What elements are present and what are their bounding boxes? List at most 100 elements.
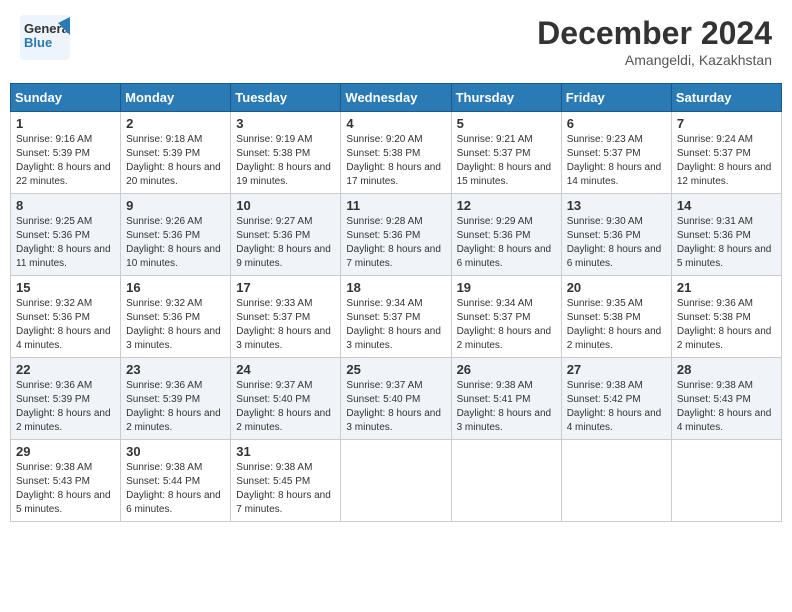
- logo: General Blue: [20, 15, 70, 60]
- day-info: Sunrise: 9:34 AM Sunset: 5:37 PM Dayligh…: [346, 297, 445, 353]
- day-number: 10: [236, 198, 335, 213]
- day-info: Sunrise: 9:32 AM Sunset: 5:36 PM Dayligh…: [126, 297, 225, 353]
- calendar-cell: 7 Sunrise: 9:24 AM Sunset: 5:37 PM Dayli…: [671, 112, 781, 194]
- day-info: Sunrise: 9:27 AM Sunset: 5:36 PM Dayligh…: [236, 215, 335, 271]
- day-number: 24: [236, 362, 335, 377]
- title-block: December 2024 Amangeldi, Kazakhstan: [537, 15, 772, 68]
- weekday-header: Saturday: [671, 84, 781, 112]
- day-number: 21: [677, 280, 776, 295]
- day-number: 25: [346, 362, 445, 377]
- day-info: Sunrise: 9:38 AM Sunset: 5:41 PM Dayligh…: [457, 379, 556, 435]
- calendar-cell: 29 Sunrise: 9:38 AM Sunset: 5:43 PM Dayl…: [11, 440, 121, 522]
- day-info: Sunrise: 9:38 AM Sunset: 5:43 PM Dayligh…: [677, 379, 776, 435]
- day-info: Sunrise: 9:20 AM Sunset: 5:38 PM Dayligh…: [346, 133, 445, 189]
- day-info: Sunrise: 9:38 AM Sunset: 5:43 PM Dayligh…: [16, 461, 115, 517]
- calendar-cell: 13 Sunrise: 9:30 AM Sunset: 5:36 PM Dayl…: [561, 194, 671, 276]
- day-info: Sunrise: 9:29 AM Sunset: 5:36 PM Dayligh…: [457, 215, 556, 271]
- calendar-cell: 11 Sunrise: 9:28 AM Sunset: 5:36 PM Dayl…: [341, 194, 451, 276]
- day-number: 30: [126, 444, 225, 459]
- day-number: 17: [236, 280, 335, 295]
- svg-text:Blue: Blue: [24, 35, 52, 50]
- weekday-header: Thursday: [451, 84, 561, 112]
- calendar-cell: 27 Sunrise: 9:38 AM Sunset: 5:42 PM Dayl…: [561, 358, 671, 440]
- day-number: 7: [677, 116, 776, 131]
- calendar-cell: 22 Sunrise: 9:36 AM Sunset: 5:39 PM Dayl…: [11, 358, 121, 440]
- weekday-header: Tuesday: [231, 84, 341, 112]
- day-number: 16: [126, 280, 225, 295]
- day-info: Sunrise: 9:36 AM Sunset: 5:39 PM Dayligh…: [126, 379, 225, 435]
- calendar-cell: 15 Sunrise: 9:32 AM Sunset: 5:36 PM Dayl…: [11, 276, 121, 358]
- calendar-cell: 9 Sunrise: 9:26 AM Sunset: 5:36 PM Dayli…: [121, 194, 231, 276]
- calendar-cell: 24 Sunrise: 9:37 AM Sunset: 5:40 PM Dayl…: [231, 358, 341, 440]
- calendar-cell: [341, 440, 451, 522]
- calendar-cell: 26 Sunrise: 9:38 AM Sunset: 5:41 PM Dayl…: [451, 358, 561, 440]
- weekday-header: Friday: [561, 84, 671, 112]
- weekday-header: Wednesday: [341, 84, 451, 112]
- day-number: 11: [346, 198, 445, 213]
- day-number: 19: [457, 280, 556, 295]
- calendar-cell: 31 Sunrise: 9:38 AM Sunset: 5:45 PM Dayl…: [231, 440, 341, 522]
- day-number: 31: [236, 444, 335, 459]
- day-info: Sunrise: 9:30 AM Sunset: 5:36 PM Dayligh…: [567, 215, 666, 271]
- day-info: Sunrise: 9:38 AM Sunset: 5:42 PM Dayligh…: [567, 379, 666, 435]
- day-info: Sunrise: 9:26 AM Sunset: 5:36 PM Dayligh…: [126, 215, 225, 271]
- day-info: Sunrise: 9:37 AM Sunset: 5:40 PM Dayligh…: [346, 379, 445, 435]
- day-number: 28: [677, 362, 776, 377]
- day-info: Sunrise: 9:34 AM Sunset: 5:37 PM Dayligh…: [457, 297, 556, 353]
- calendar-cell: 14 Sunrise: 9:31 AM Sunset: 5:36 PM Dayl…: [671, 194, 781, 276]
- calendar-cell: 5 Sunrise: 9:21 AM Sunset: 5:37 PM Dayli…: [451, 112, 561, 194]
- calendar-cell: 25 Sunrise: 9:37 AM Sunset: 5:40 PM Dayl…: [341, 358, 451, 440]
- calendar-cell: [451, 440, 561, 522]
- calendar-week-row: 15 Sunrise: 9:32 AM Sunset: 5:36 PM Dayl…: [11, 276, 782, 358]
- calendar-cell: 23 Sunrise: 9:36 AM Sunset: 5:39 PM Dayl…: [121, 358, 231, 440]
- day-number: 15: [16, 280, 115, 295]
- calendar-cell: 19 Sunrise: 9:34 AM Sunset: 5:37 PM Dayl…: [451, 276, 561, 358]
- calendar-cell: 3 Sunrise: 9:19 AM Sunset: 5:38 PM Dayli…: [231, 112, 341, 194]
- calendar-cell: 17 Sunrise: 9:33 AM Sunset: 5:37 PM Dayl…: [231, 276, 341, 358]
- day-number: 14: [677, 198, 776, 213]
- calendar-cell: 21 Sunrise: 9:36 AM Sunset: 5:38 PM Dayl…: [671, 276, 781, 358]
- weekday-header: Monday: [121, 84, 231, 112]
- day-info: Sunrise: 9:23 AM Sunset: 5:37 PM Dayligh…: [567, 133, 666, 189]
- day-info: Sunrise: 9:25 AM Sunset: 5:36 PM Dayligh…: [16, 215, 115, 271]
- day-number: 29: [16, 444, 115, 459]
- calendar-table: SundayMondayTuesdayWednesdayThursdayFrid…: [10, 83, 782, 522]
- day-info: Sunrise: 9:16 AM Sunset: 5:39 PM Dayligh…: [16, 133, 115, 189]
- calendar-cell: 28 Sunrise: 9:38 AM Sunset: 5:43 PM Dayl…: [671, 358, 781, 440]
- calendar-cell: 18 Sunrise: 9:34 AM Sunset: 5:37 PM Dayl…: [341, 276, 451, 358]
- day-number: 20: [567, 280, 666, 295]
- calendar-cell: 6 Sunrise: 9:23 AM Sunset: 5:37 PM Dayli…: [561, 112, 671, 194]
- calendar-cell: 30 Sunrise: 9:38 AM Sunset: 5:44 PM Dayl…: [121, 440, 231, 522]
- day-number: 3: [236, 116, 335, 131]
- logo-icon: General Blue: [20, 15, 70, 60]
- day-info: Sunrise: 9:33 AM Sunset: 5:37 PM Dayligh…: [236, 297, 335, 353]
- day-number: 5: [457, 116, 556, 131]
- day-info: Sunrise: 9:36 AM Sunset: 5:39 PM Dayligh…: [16, 379, 115, 435]
- calendar-cell: 16 Sunrise: 9:32 AM Sunset: 5:36 PM Dayl…: [121, 276, 231, 358]
- calendar-cell: 10 Sunrise: 9:27 AM Sunset: 5:36 PM Dayl…: [231, 194, 341, 276]
- day-info: Sunrise: 9:24 AM Sunset: 5:37 PM Dayligh…: [677, 133, 776, 189]
- calendar-cell: [671, 440, 781, 522]
- day-number: 27: [567, 362, 666, 377]
- day-number: 12: [457, 198, 556, 213]
- calendar-week-row: 29 Sunrise: 9:38 AM Sunset: 5:43 PM Dayl…: [11, 440, 782, 522]
- day-info: Sunrise: 9:35 AM Sunset: 5:38 PM Dayligh…: [567, 297, 666, 353]
- calendar-cell: 4 Sunrise: 9:20 AM Sunset: 5:38 PM Dayli…: [341, 112, 451, 194]
- calendar-cell: 20 Sunrise: 9:35 AM Sunset: 5:38 PM Dayl…: [561, 276, 671, 358]
- day-info: Sunrise: 9:36 AM Sunset: 5:38 PM Dayligh…: [677, 297, 776, 353]
- day-number: 18: [346, 280, 445, 295]
- day-number: 2: [126, 116, 225, 131]
- day-info: Sunrise: 9:31 AM Sunset: 5:36 PM Dayligh…: [677, 215, 776, 271]
- location: Amangeldi, Kazakhstan: [537, 52, 772, 68]
- calendar-cell: 2 Sunrise: 9:18 AM Sunset: 5:39 PM Dayli…: [121, 112, 231, 194]
- calendar-cell: [561, 440, 671, 522]
- day-info: Sunrise: 9:38 AM Sunset: 5:44 PM Dayligh…: [126, 461, 225, 517]
- day-info: Sunrise: 9:32 AM Sunset: 5:36 PM Dayligh…: [16, 297, 115, 353]
- day-number: 13: [567, 198, 666, 213]
- day-info: Sunrise: 9:37 AM Sunset: 5:40 PM Dayligh…: [236, 379, 335, 435]
- calendar-week-row: 22 Sunrise: 9:36 AM Sunset: 5:39 PM Dayl…: [11, 358, 782, 440]
- weekday-header: Sunday: [11, 84, 121, 112]
- calendar-week-row: 1 Sunrise: 9:16 AM Sunset: 5:39 PM Dayli…: [11, 112, 782, 194]
- day-info: Sunrise: 9:28 AM Sunset: 5:36 PM Dayligh…: [346, 215, 445, 271]
- calendar-week-row: 8 Sunrise: 9:25 AM Sunset: 5:36 PM Dayli…: [11, 194, 782, 276]
